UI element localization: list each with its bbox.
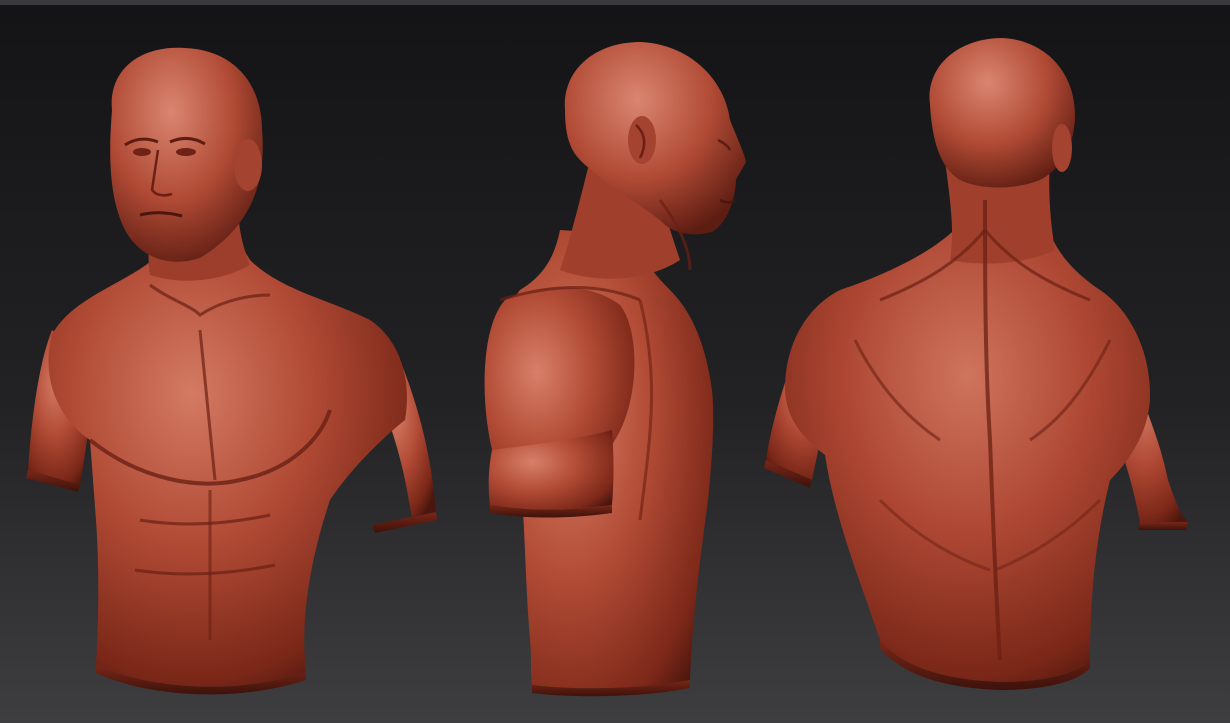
side-ear (628, 116, 656, 164)
back-head (929, 38, 1075, 188)
back-right-arm-cut (1138, 522, 1188, 530)
sculpt-render-canvas (0, 5, 1230, 723)
front-ear (234, 139, 262, 191)
sculpt-viewport[interactable] (0, 0, 1230, 723)
front-left-eye (133, 148, 151, 156)
front-right-eye (176, 148, 196, 156)
back-ear (1052, 124, 1072, 172)
top-border-strip (0, 0, 1230, 5)
